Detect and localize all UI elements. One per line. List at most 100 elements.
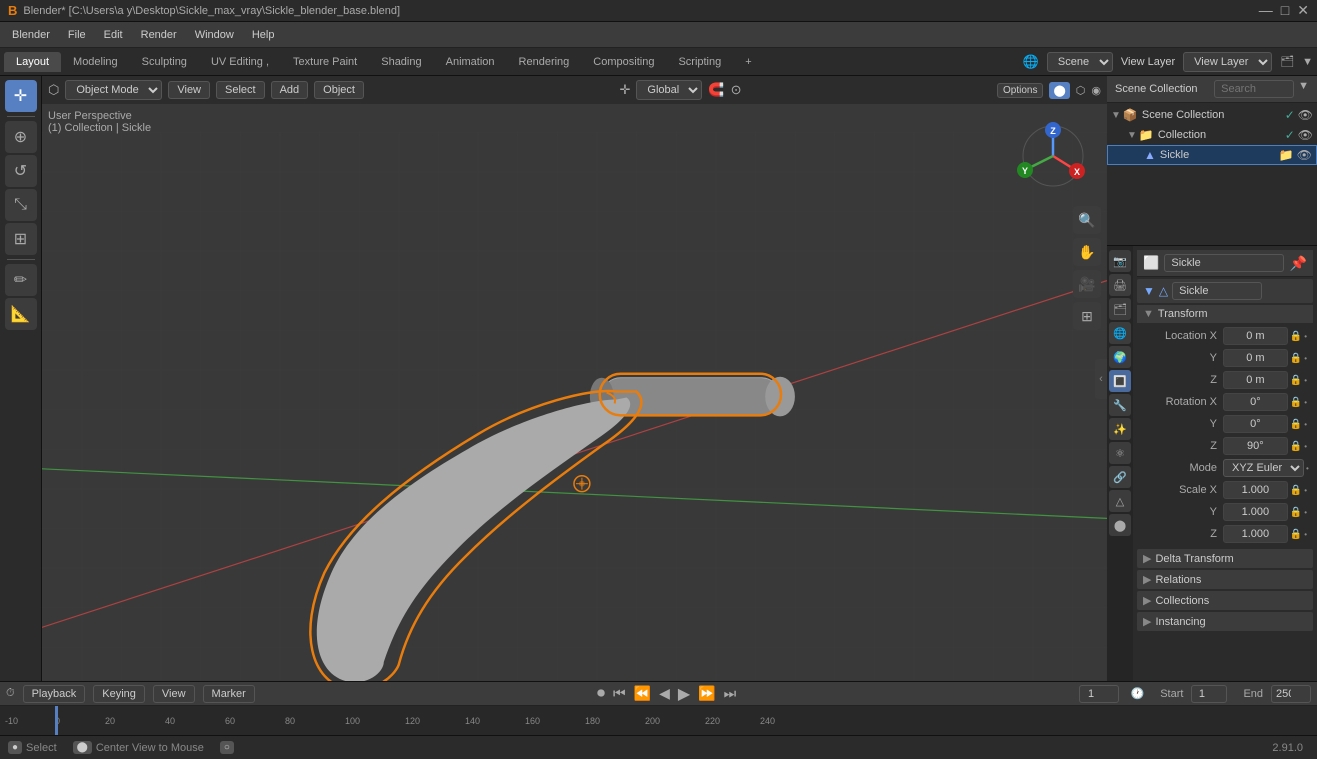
rotation-y-value[interactable]: 0° xyxy=(1223,415,1288,433)
dot-sy-icon[interactable]: • xyxy=(1304,508,1307,517)
scale-tool[interactable]: ⤡ xyxy=(5,189,37,221)
outliner-search[interactable] xyxy=(1214,80,1294,98)
tab-modeling[interactable]: Modeling xyxy=(61,52,130,72)
props-physics-tab[interactable]: ⚛ xyxy=(1109,442,1131,464)
play-forward[interactable]: ▶ xyxy=(678,684,690,704)
pin-icon[interactable]: 📌 xyxy=(1290,255,1307,272)
props-view-layer-tab[interactable]: 🗂 xyxy=(1109,298,1131,320)
annotate-tool[interactable]: ✏ xyxy=(5,264,37,296)
menu-help[interactable]: Help xyxy=(244,27,283,43)
dot-mode-icon[interactable]: • xyxy=(1306,464,1309,473)
props-material-tab[interactable]: ⬤ xyxy=(1109,514,1131,536)
props-output-tab[interactable]: 🖨 xyxy=(1109,274,1131,296)
global-selector[interactable]: Global xyxy=(636,80,702,100)
scale-x-value[interactable]: 1.000 xyxy=(1223,481,1288,499)
tab-scripting[interactable]: Scripting xyxy=(666,52,733,72)
rotation-x-value[interactable]: 0° xyxy=(1223,393,1288,411)
keying-menu[interactable]: Keying xyxy=(93,685,145,703)
outliner-row-sickle[interactable]: ▲ Sickle 📁 👁 xyxy=(1107,145,1317,165)
scale-y-value[interactable]: 1.000 xyxy=(1223,503,1288,521)
timeline-body[interactable]: -10 0 20 40 60 80 100 120 140 160 180 20… xyxy=(0,706,1317,735)
outliner-row-scene-collection[interactable]: ▼ 📦 Scene Collection ✓ 👁 xyxy=(1107,105,1317,125)
tab-shading[interactable]: Shading xyxy=(369,52,433,72)
dot-ry-icon[interactable]: • xyxy=(1304,420,1307,429)
transform-tool[interactable]: ⊞ xyxy=(5,223,37,255)
lock-rx-icon[interactable]: 🔒 xyxy=(1290,397,1302,408)
maximize-button[interactable]: □ xyxy=(1281,2,1289,19)
tab-layout[interactable]: Layout xyxy=(4,52,61,72)
dot-sx-icon[interactable]: • xyxy=(1304,486,1307,495)
vis-check-collection[interactable]: ✓ xyxy=(1285,128,1295,142)
menu-window[interactable]: Window xyxy=(187,27,242,43)
menu-edit[interactable]: Edit xyxy=(96,27,131,43)
props-render-tab[interactable]: 📷 xyxy=(1109,250,1131,272)
dot-sz-icon[interactable]: • xyxy=(1304,530,1307,539)
marker-menu[interactable]: Marker xyxy=(203,685,255,703)
props-world-tab[interactable]: 🌍 xyxy=(1109,346,1131,368)
navigation-gizmo[interactable]: Z X Y xyxy=(1013,116,1093,196)
location-x-value[interactable]: 0 m xyxy=(1223,327,1288,345)
camera-view[interactable]: 🎥 xyxy=(1073,270,1101,298)
delta-transform-header[interactable]: ▶ Delta Transform xyxy=(1137,549,1313,568)
outliner-row-collection[interactable]: ▼ 📁 Collection ✓ 👁 xyxy=(1107,125,1317,145)
playback-menu[interactable]: Playback xyxy=(23,685,86,703)
scene-selector[interactable]: Scene xyxy=(1047,52,1113,72)
start-frame-input[interactable] xyxy=(1191,685,1227,703)
mode-selector[interactable]: Object Mode xyxy=(65,80,162,100)
dot-x-icon[interactable]: • xyxy=(1304,332,1307,341)
collections-header[interactable]: ▶ Collections xyxy=(1137,591,1313,610)
outliner-filter-icon[interactable]: ▼ xyxy=(1298,80,1309,98)
jump-end[interactable]: ⏭ xyxy=(724,685,737,702)
dot-rz-icon[interactable]: • xyxy=(1304,442,1307,451)
lock-sy-icon[interactable]: 🔒 xyxy=(1290,507,1302,518)
rotate-tool[interactable]: ↺ xyxy=(5,155,37,187)
move-tool[interactable]: ⊕ xyxy=(5,121,37,153)
object-menu[interactable]: Object xyxy=(314,81,364,99)
lock-sz-icon[interactable]: 🔒 xyxy=(1290,529,1302,540)
menu-render[interactable]: Render xyxy=(133,27,185,43)
filter-icon[interactable]: ▼ xyxy=(1302,56,1313,68)
props-object-tab[interactable]: 🔳 xyxy=(1109,370,1131,392)
scale-z-value[interactable]: 1.000 xyxy=(1223,525,1288,543)
props-data-tab[interactable]: △ xyxy=(1109,490,1131,512)
lock-y-icon[interactable]: 🔒 xyxy=(1290,353,1302,364)
rotation-z-value[interactable]: 90° xyxy=(1223,437,1288,455)
props-scene-tab[interactable]: 🌐 xyxy=(1109,322,1131,344)
tab-compositing[interactable]: Compositing xyxy=(581,52,666,72)
window-controls[interactable]: — □ ✕ xyxy=(1259,2,1309,19)
menu-file[interactable]: File xyxy=(60,27,94,43)
dot-y-icon[interactable]: • xyxy=(1304,354,1307,363)
dot-rx-icon[interactable]: • xyxy=(1304,398,1307,407)
menu-blender[interactable]: Blender xyxy=(4,27,58,43)
tab-uv-editing[interactable]: UV Editing , xyxy=(199,52,281,72)
vis-eye-collection[interactable]: 👁 xyxy=(1298,128,1313,142)
view-layer-selector[interactable]: View Layer xyxy=(1183,52,1272,72)
vis-eye-scene[interactable]: 👁 xyxy=(1298,108,1313,122)
pan-tool[interactable]: ✋ xyxy=(1073,238,1101,266)
props-particles-tab[interactable]: ✨ xyxy=(1109,418,1131,440)
transform-header[interactable]: ▼ Transform xyxy=(1137,305,1313,323)
grid-view[interactable]: ⊞ xyxy=(1073,302,1101,330)
tab-rendering[interactable]: Rendering xyxy=(507,52,582,72)
keyframe-dot[interactable]: ⏺ xyxy=(597,685,605,703)
collapse-panel-button[interactable]: ‹ xyxy=(1095,359,1107,399)
location-z-value[interactable]: 0 m xyxy=(1223,371,1288,389)
lock-x-icon[interactable]: 🔒 xyxy=(1290,331,1302,342)
props-modifier-tab[interactable]: 🔧 xyxy=(1109,394,1131,416)
relations-header[interactable]: ▶ Relations xyxy=(1137,570,1313,589)
lock-ry-icon[interactable]: 🔒 xyxy=(1290,419,1302,430)
lock-z-icon[interactable]: 🔒 xyxy=(1290,375,1302,386)
view-menu[interactable]: View xyxy=(168,81,210,99)
play-back[interactable]: ◀ xyxy=(659,685,670,702)
material-mode[interactable]: ⬡ xyxy=(1076,84,1086,97)
lock-rz-icon[interactable]: 🔒 xyxy=(1290,441,1302,452)
lock-sx-icon[interactable]: 🔒 xyxy=(1290,485,1302,496)
minimize-button[interactable]: — xyxy=(1259,2,1273,19)
tab-texture-paint[interactable]: Texture Paint xyxy=(281,52,369,72)
options-button[interactable]: Options xyxy=(997,83,1043,98)
snap-icon[interactable]: 🧲 xyxy=(708,82,724,98)
solid-mode[interactable]: ⬤ xyxy=(1049,82,1069,99)
cursor-tool[interactable]: ✛ xyxy=(5,80,37,112)
object-name-input[interactable] xyxy=(1164,254,1284,272)
step-forward[interactable]: ⏩ xyxy=(698,685,715,702)
